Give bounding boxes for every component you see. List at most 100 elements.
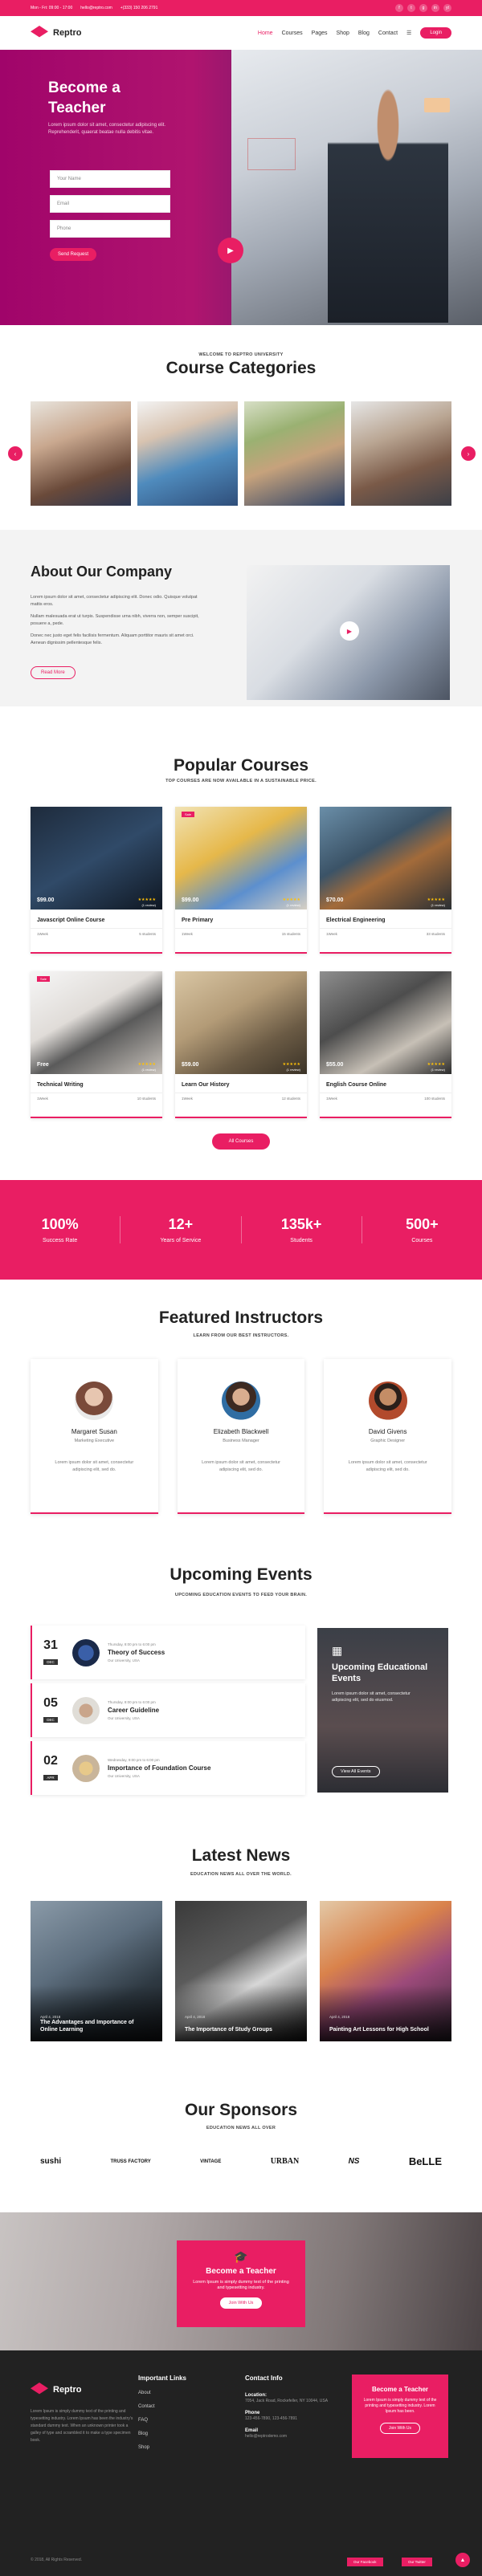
play-icon[interactable]: ▶ [340,621,359,641]
category-image[interactable] [351,401,451,506]
send-request-button[interactable]: Send Request [50,248,97,261]
review-count: (1 review) [286,903,300,907]
all-courses-button[interactable]: All Courses [212,1133,270,1150]
back-to-top-icon[interactable]: ▲ [455,2553,470,2567]
footer-link-shop[interactable]: Shop [138,2445,186,2450]
news-date: April 4, 2018 [185,2015,206,2019]
sponsor-logo-sushi[interactable]: sushi [40,2157,61,2166]
course-price: $55.00 [326,1062,344,1068]
prev-arrow-icon[interactable]: ‹ [8,446,22,461]
linkedin-icon[interactable]: in [431,4,439,12]
footer-link-blog[interactable]: Blog [138,2432,186,2436]
avatar [222,1382,260,1420]
phone-link[interactable]: +(333) 150 206 2791 [120,6,158,10]
star-rating-icon: ★★★★★ [137,1062,156,1067]
news-card[interactable]: April 4, 2018 The Importance of Study Gr… [175,1901,307,2041]
course-grid: $99.00 ★★★★★ (1 review) Javascript Onlin… [31,807,451,1118]
hero-photo [231,50,482,325]
sponsor-logo-belle[interactable]: BeLLE [409,2155,442,2167]
instructor-card[interactable]: Elizabeth Blackwell Business Manager Lor… [177,1359,305,1514]
event-item[interactable]: 02 APR Wednesday, 9:00 pm to 6:00 pm Impo… [31,1741,305,1795]
email-link[interactable]: hello@reptro.com [80,6,112,10]
become-teacher-cta: 🎓 Become a Teacher Lorem Ipsum is simply… [0,2212,482,2350]
twitter-icon[interactable]: t [407,4,415,12]
about-text: Lorem ipsum dolor sit amet, consectetur … [31,595,199,645]
news-card[interactable]: April 4, 2018 The Advantages and Importa… [31,1901,162,2041]
play-icon[interactable]: ▶ [218,238,243,263]
instructor-card[interactable]: Margaret Susan Marketing Executive Lorem… [31,1359,158,1514]
course-thumbnail: $59.00 ★★★★★ (1 review) [175,971,307,1074]
nav-item-pages[interactable]: Pages [312,31,328,36]
footer-link-faq[interactable]: FAQ [138,2418,186,2423]
footer-logo[interactable]: Reptro [31,2383,135,2397]
nav-item-blog[interactable]: Blog [358,31,370,36]
sponsor-logo-vintage[interactable]: VINTAGE [200,2159,221,2164]
read-more-button[interactable]: Read More [31,666,76,679]
name-field[interactable]: Your Name [50,170,170,188]
login-button[interactable]: Login [420,27,451,39]
next-arrow-icon[interactable]: › [461,446,476,461]
nav-menu: Home Courses Pages Shop Blog Contact ☰ L… [258,27,451,39]
about-title: About Our Company [31,564,172,580]
course-name: Technical Writing [37,1082,84,1088]
email-field[interactable]: Email [50,195,170,213]
cta-box: 🎓 Become a Teacher Lorem Ipsum is simply… [177,2240,305,2327]
course-students: 15 students [281,932,300,936]
nav-item-home[interactable]: Home [258,31,273,36]
review-count: (1 review) [141,903,156,907]
news-headline[interactable]: The Importance of Study Groups [185,2026,297,2033]
nav-item-shop[interactable]: Shop [337,31,349,36]
sponsor-logo-ns[interactable]: NS [349,2157,360,2166]
facebook-icon[interactable]: f [395,4,403,12]
event-item[interactable]: 31 DEC Thursday, 8:00 pm to 6:00 pm Theor… [31,1626,305,1679]
course-meta: 1Week 10 students [31,1093,162,1104]
news-list: April 4, 2018 The Advantages and Importa… [31,1901,451,2041]
sponsor-logo-urban[interactable]: URBAN [271,2157,300,2166]
google-icon[interactable]: g [419,4,427,12]
sponsor-logo-truss[interactable]: TRUSS FACTORY [110,2159,150,2164]
footer-join-button[interactable]: Join With Us [379,2423,421,2434]
course-price: $70.00 [326,897,344,903]
course-card[interactable]: $70.00 ★★★★★ (1 review) Electrical Engin… [320,807,451,954]
footer-link-contact[interactable]: Contact [138,2404,186,2409]
course-meta: 1Week 5 students [31,928,162,939]
footer-link-about[interactable]: About [138,2391,186,2395]
course-card[interactable]: $59.00 ★★★★★ (1 review) Learn Our Histor… [175,971,307,1118]
event-item[interactable]: 05 DEC Thursday, 8:00 pm to 6:00 pm Caree… [31,1683,305,1737]
category-image[interactable] [244,401,345,506]
email-value[interactable]: hello@reptrodemo.com [245,2433,341,2440]
instructor-card[interactable]: David Givens Graphic Designer Lorem ipsu… [324,1359,452,1514]
category-image[interactable] [31,401,131,506]
phone-field[interactable]: Phone [50,220,170,238]
twitter-share-button[interactable]: Our Twitter [402,2558,432,2566]
news-subtitle: EDUCATION NEWS ALL OVER THE WORLD. [190,1872,292,1877]
news-headline[interactable]: Painting Art Lessons for High School [329,2026,442,2033]
menu-icon[interactable]: ☰ [406,30,411,36]
sponsor-logos: sushi TRUSS FACTORY VINTAGE URBAN NS BeL… [40,2155,442,2167]
course-card[interactable]: $99.00 ★★★★★ (1 review) Javascript Onlin… [31,807,162,954]
course-card[interactable]: $55.00 ★★★★★ (1 review) English Course O… [320,971,451,1118]
course-card[interactable]: Sale Free ★★★★★ (1 review) Technical Wri… [31,971,162,1118]
news-card[interactable]: April 4, 2018 Painting Art Lessons for H… [320,1901,451,2041]
courses-title: Popular Courses [173,756,309,775]
review-count: (1 review) [431,1068,445,1072]
nav-item-contact[interactable]: Contact [378,31,398,36]
view-all-events-button[interactable]: View All Events [332,1766,380,1777]
course-duration: 1Week [182,932,193,936]
category-image[interactable] [137,401,238,506]
site-logo[interactable]: Reptro [31,26,81,40]
news-headline[interactable]: The Advantages and Importance of Online … [40,2019,153,2033]
about-video-thumbnail[interactable]: ▶ [247,565,450,700]
events-title: Upcoming Events [170,1565,312,1584]
youtube-icon[interactable]: yt [443,4,451,12]
footer-contact: Contact Info Location: 7054, Jack Road, … [245,2375,341,2440]
event-info: Thursday, 8:00 pm to 6:00 pm Theory of S… [108,1642,165,1662]
event-accent-bar [31,1741,32,1795]
join-with-us-button[interactable]: Join With Us [219,2297,263,2309]
hero-description: Lorem ipsum dolor sit amet, consectetur … [48,123,166,135]
facebook-share-button[interactable]: Our Facebook [347,2558,383,2566]
nav-item-courses[interactable]: Courses [282,31,303,36]
hours-text: Mon - Fri: 09:00 - 17:00 [31,6,73,10]
course-card[interactable]: Sale $99.00 ★★★★★ (1 review) Pre Primary… [175,807,307,954]
stat-item: 12+ Years of Service [120,1216,242,1243]
